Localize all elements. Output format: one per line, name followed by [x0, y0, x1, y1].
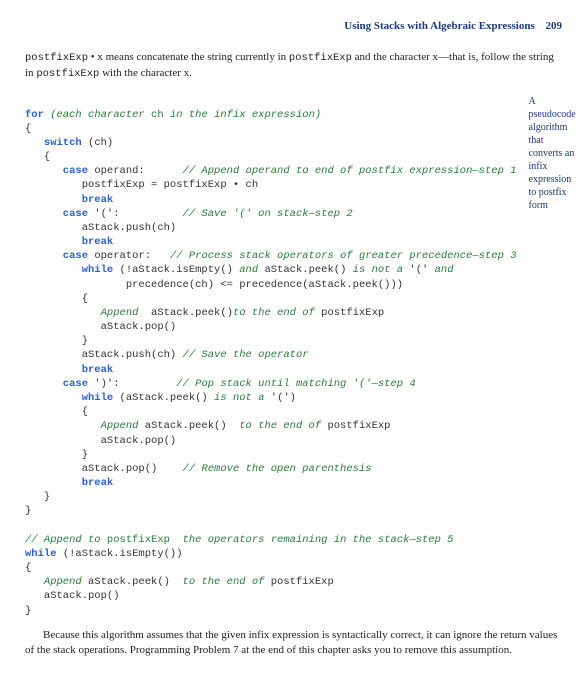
- intro-paragraph: postfixExp • x means concatenate the str…: [25, 50, 562, 81]
- keyword-break: break: [25, 194, 113, 206]
- code-text: aStack.peek(): [145, 307, 233, 319]
- comment-code: postfixExp: [107, 534, 170, 546]
- keyword-while: while: [25, 548, 57, 560]
- brace: }: [25, 605, 31, 617]
- keyword-while: while: [25, 392, 113, 404]
- intro-text: • x means concatenate the string current…: [88, 51, 289, 63]
- code-text: in the infix expression): [164, 109, 322, 121]
- intro-text: with the character x.: [99, 67, 192, 79]
- keyword-switch: switch: [25, 137, 82, 149]
- code-line: aStack.push(ch): [25, 349, 183, 361]
- brace: }: [25, 505, 31, 517]
- keyword-case: case: [25, 165, 88, 177]
- code-text: (!aStack.isEmpty(): [113, 264, 239, 276]
- code-text: ')':: [88, 378, 176, 390]
- code-term: postfixExp: [25, 52, 88, 64]
- code-text: aStack.peek(): [82, 576, 177, 588]
- keyword-while: while: [25, 264, 113, 276]
- italic-word: and: [435, 264, 454, 276]
- brace: }: [25, 491, 50, 503]
- page-number: 209: [546, 20, 563, 32]
- brace: {: [25, 562, 31, 574]
- code-line: aStack.pop(): [25, 590, 120, 602]
- chapter-title: Using Stacks with Algebraic Expressions: [344, 20, 535, 32]
- code-text: (each character: [44, 109, 151, 121]
- italic-word: Append: [25, 576, 82, 588]
- code-text: postfixExp: [264, 576, 333, 588]
- brace: }: [25, 449, 88, 461]
- comment: // Remove the open parenthesis: [183, 463, 372, 475]
- keyword-break: break: [25, 364, 113, 376]
- pseudocode-block: for (each character ch in the infix expr…: [25, 93, 517, 617]
- code-line: aStack.pop(): [25, 321, 176, 333]
- italic-word: to the end of: [233, 307, 315, 319]
- brace: {: [25, 293, 88, 305]
- code-text: (ch): [82, 137, 114, 149]
- code-line: postfixExp = postfixExp • ch: [25, 179, 258, 191]
- italic-word: is not a: [214, 392, 264, 404]
- italic-word: Append: [25, 307, 145, 319]
- code-term: postfixExp: [36, 68, 99, 80]
- comment: // Append to: [25, 534, 107, 546]
- keyword-case: case: [25, 250, 88, 262]
- comment: // Process stack operators of greater pr…: [170, 250, 517, 262]
- code-text: operand:: [88, 165, 183, 177]
- keyword-for: for: [25, 109, 44, 121]
- comment: // Save '(' on stack—step 2: [183, 208, 353, 220]
- code-text: aStack.peek(): [138, 420, 233, 432]
- outro-paragraph: Because this algorithm assumes that the …: [25, 628, 562, 659]
- page-header: Using Stacks with Algebraic Expressions …: [25, 20, 562, 32]
- comment: the operators remaining in the stack—ste…: [170, 534, 454, 546]
- comment: // Pop stack until matching '('—step 4: [176, 378, 415, 390]
- margin-note: A pseudocode algorithm that converts an …: [529, 93, 576, 212]
- brace: {: [25, 406, 88, 418]
- comment: // Save the operator: [183, 349, 309, 361]
- italic-word: is not a: [353, 264, 403, 276]
- code-text: aStack.peek(): [258, 264, 353, 276]
- code-text: (aStack.peek(): [113, 392, 214, 404]
- code-text: postfixExp: [321, 420, 390, 432]
- code-line: precedence(ch) <= precedence(aStack.peek…: [25, 279, 403, 291]
- brace: }: [25, 335, 88, 347]
- italic-word: and: [239, 264, 258, 276]
- italic-word: to the end of: [176, 576, 264, 588]
- keyword-case: case: [25, 378, 88, 390]
- code-term: postfixExp: [289, 52, 352, 64]
- code-line: aStack.push(ch): [25, 222, 176, 234]
- brace: {: [25, 123, 31, 135]
- brace: {: [25, 151, 50, 163]
- keyword-case: case: [25, 208, 88, 220]
- code-text: '(': [403, 264, 435, 276]
- code-var: ch: [151, 109, 164, 121]
- code-text: '('): [264, 392, 296, 404]
- italic-word: to the end of: [233, 420, 321, 432]
- code-line: aStack.pop(): [25, 435, 176, 447]
- keyword-break: break: [25, 477, 113, 489]
- code-text: operator:: [88, 250, 170, 262]
- code-text: postfixExp: [315, 307, 384, 319]
- comment: // Append operand to end of postfix expr…: [183, 165, 517, 177]
- italic-word: Append: [25, 420, 138, 432]
- code-text: (!aStack.isEmpty()): [57, 548, 183, 560]
- code-text: '(':: [88, 208, 183, 220]
- code-line: aStack.pop(): [25, 463, 183, 475]
- keyword-break: break: [25, 236, 113, 248]
